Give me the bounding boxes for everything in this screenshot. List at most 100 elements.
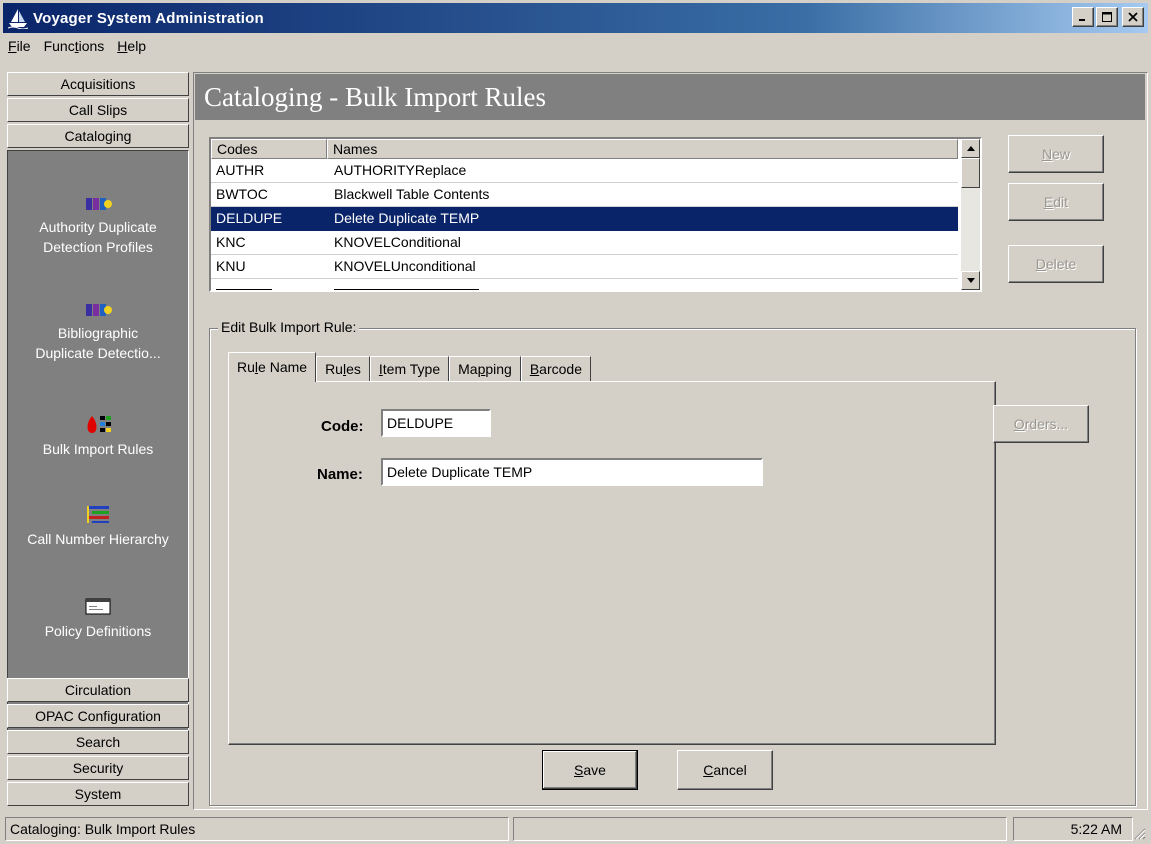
module-security[interactable]: Security — [7, 756, 189, 780]
tab-label-a: Ru — [237, 359, 255, 375]
sidebar-item-label: Call Number Hierarchy — [27, 531, 169, 547]
application-window: Voyager System Administration File Funct… — [0, 0, 1151, 844]
tab-accel: B — [529, 361, 540, 377]
sidebar-item-label-2: Detection Profiles — [43, 239, 153, 255]
tab-label-b: ping — [485, 361, 512, 377]
title-bar[interactable]: Voyager System Administration — [3, 3, 1148, 33]
rules-list[interactable]: Codes Names AUTHR AUTHORITYReplace BWTOC… — [209, 137, 982, 292]
sidebar-item-label-2: Duplicate Detectio... — [35, 345, 161, 361]
row-code: KNU — [216, 258, 246, 274]
tab-label-b: es — [346, 361, 361, 377]
tab-label-a: Ru — [325, 361, 343, 377]
delete-label: elete — [1045, 256, 1077, 272]
maximize-icon — [1102, 12, 1112, 22]
orders-label: rders... — [1024, 416, 1069, 432]
module-circulation[interactable]: Circulation — [7, 678, 189, 702]
cancel-accel: C — [703, 762, 714, 778]
cancel-button[interactable]: Cancel — [677, 750, 773, 790]
orders-accel: O — [1013, 416, 1025, 432]
module-cataloging[interactable]: Cataloging — [7, 124, 189, 148]
row-code: KNC — [216, 234, 246, 250]
page-title: Cataloging - Bulk Import Rules — [195, 74, 1145, 120]
maximize-button[interactable] — [1096, 7, 1118, 27]
clipped-text-icon — [216, 289, 272, 290]
save-accel: S — [574, 762, 584, 778]
tab-mapping[interactable]: Mapping — [449, 356, 521, 382]
window-title: Voyager System Administration — [33, 9, 264, 27]
minimize-button[interactable] — [1072, 7, 1094, 27]
table-row[interactable]: BWTOC Blackwell Table Contents — [211, 183, 958, 207]
status-bar: Cataloging: Bulk Import Rules 5:22 AM — [3, 817, 1148, 842]
duplicate-detection-icon — [86, 198, 112, 210]
clipped-text-icon — [334, 289, 479, 290]
new-label: ew — [1052, 146, 1071, 162]
new-button[interactable]: New — [1008, 135, 1104, 173]
delete-accel: D — [1035, 256, 1046, 272]
row-code-partial — [211, 279, 327, 290]
tab-label-b: arcode — [539, 361, 582, 377]
save-button[interactable]: Save — [542, 750, 638, 790]
tab-item-type[interactable]: Item Type — [369, 356, 450, 382]
module-system[interactable]: System — [7, 782, 189, 806]
sidebar-item-bibliographic-duplicate[interactable]: Bibliographic Duplicate Detectio... — [8, 301, 188, 363]
row-name-partial — [327, 279, 958, 290]
column-header-names[interactable]: Names — [327, 139, 958, 159]
name-field[interactable] — [381, 458, 763, 486]
module-sidebar: Acquisitions Call Slips Cataloging Autho… — [7, 72, 189, 808]
sidebar-item-label: Policy Definitions — [44, 623, 152, 639]
row-name: KNOVELUnconditional — [334, 258, 476, 274]
list-header: Codes Names — [211, 139, 958, 159]
menu-file-label: ile — [16, 38, 31, 54]
tab-rules[interactable]: Rules — [316, 356, 370, 382]
menu-functions-label-b: ions — [78, 38, 105, 54]
row-code: BWTOC — [216, 186, 268, 202]
tab-label-b: e Name — [258, 359, 308, 375]
table-row[interactable]: KNC KNOVELConditional — [211, 231, 958, 255]
module-opac-configuration[interactable]: OPAC Configuration — [7, 704, 189, 728]
menu-help[interactable]: Help — [112, 38, 154, 54]
sidebar-item-policy-definitions[interactable]: Policy Definitions — [8, 595, 188, 641]
name-label: Name: — [317, 466, 363, 483]
sidebar-item-authority-duplicate[interactable]: Authority Duplicate Detection Profiles — [8, 195, 188, 257]
orders-button[interactable]: Orders... — [993, 405, 1089, 443]
bulk-import-icon — [87, 416, 111, 433]
menu-file[interactable]: File — [3, 38, 39, 54]
scroll-down-button[interactable] — [961, 271, 980, 290]
rule-name-panel: Code: Name: — [228, 381, 996, 745]
table-row[interactable]: KNU KNOVELUnconditional — [211, 255, 958, 279]
close-button[interactable] — [1122, 7, 1144, 27]
voyager-ship-icon — [7, 9, 29, 29]
list-scrollbar[interactable] — [961, 139, 980, 290]
scroll-up-button[interactable] — [961, 139, 980, 158]
sidebar-item-label: Authority Duplicate — [39, 219, 157, 235]
cataloging-panel: Authority Duplicate Detection Profiles B… — [7, 150, 189, 752]
sidebar-item-call-number-hierarchy[interactable]: Call Number Hierarchy — [8, 503, 188, 549]
delete-button[interactable]: Delete — [1008, 245, 1104, 283]
code-field[interactable] — [381, 409, 491, 437]
scroll-thumb[interactable] — [961, 158, 980, 188]
table-row[interactable]: AUTHR AUTHORITYReplace — [211, 159, 958, 183]
sidebar-item-bulk-import-rules[interactable]: Bulk Import Rules — [8, 413, 188, 459]
module-acquisitions[interactable]: Acquisitions — [7, 72, 189, 96]
module-call-slips[interactable]: Call Slips — [7, 98, 189, 122]
table-row-partial[interactable] — [211, 279, 958, 290]
arrow-up-icon — [966, 146, 975, 151]
sidebar-item-label: Bulk Import Rules — [42, 441, 154, 457]
hierarchy-icon — [87, 506, 109, 523]
tab-label-a: Ma — [458, 361, 478, 377]
arrow-down-icon — [966, 278, 975, 283]
row-code: AUTHR — [216, 162, 265, 178]
resize-grip-icon[interactable] — [1132, 826, 1146, 840]
sidebar-item-label: Bibliographic — [57, 325, 139, 341]
table-row-selected[interactable]: DELDUPE Delete Duplicate TEMP — [211, 207, 958, 231]
module-search[interactable]: Search — [7, 730, 189, 754]
tab-rule-name[interactable]: Rule Name — [228, 352, 317, 382]
edit-button[interactable]: Edit — [1008, 183, 1104, 221]
tab-barcode[interactable]: Barcode — [520, 356, 591, 382]
column-header-codes[interactable]: Codes — [211, 139, 327, 159]
menu-functions[interactable]: Functions — [39, 38, 113, 54]
edit-rule-group: Edit Bulk Import Rule: Rule Name Rules I… — [209, 319, 1136, 806]
cancel-label: ancel — [713, 762, 747, 778]
status-middle — [513, 817, 1007, 841]
main-content: Cataloging - Bulk Import Rules Codes Nam… — [193, 72, 1148, 810]
